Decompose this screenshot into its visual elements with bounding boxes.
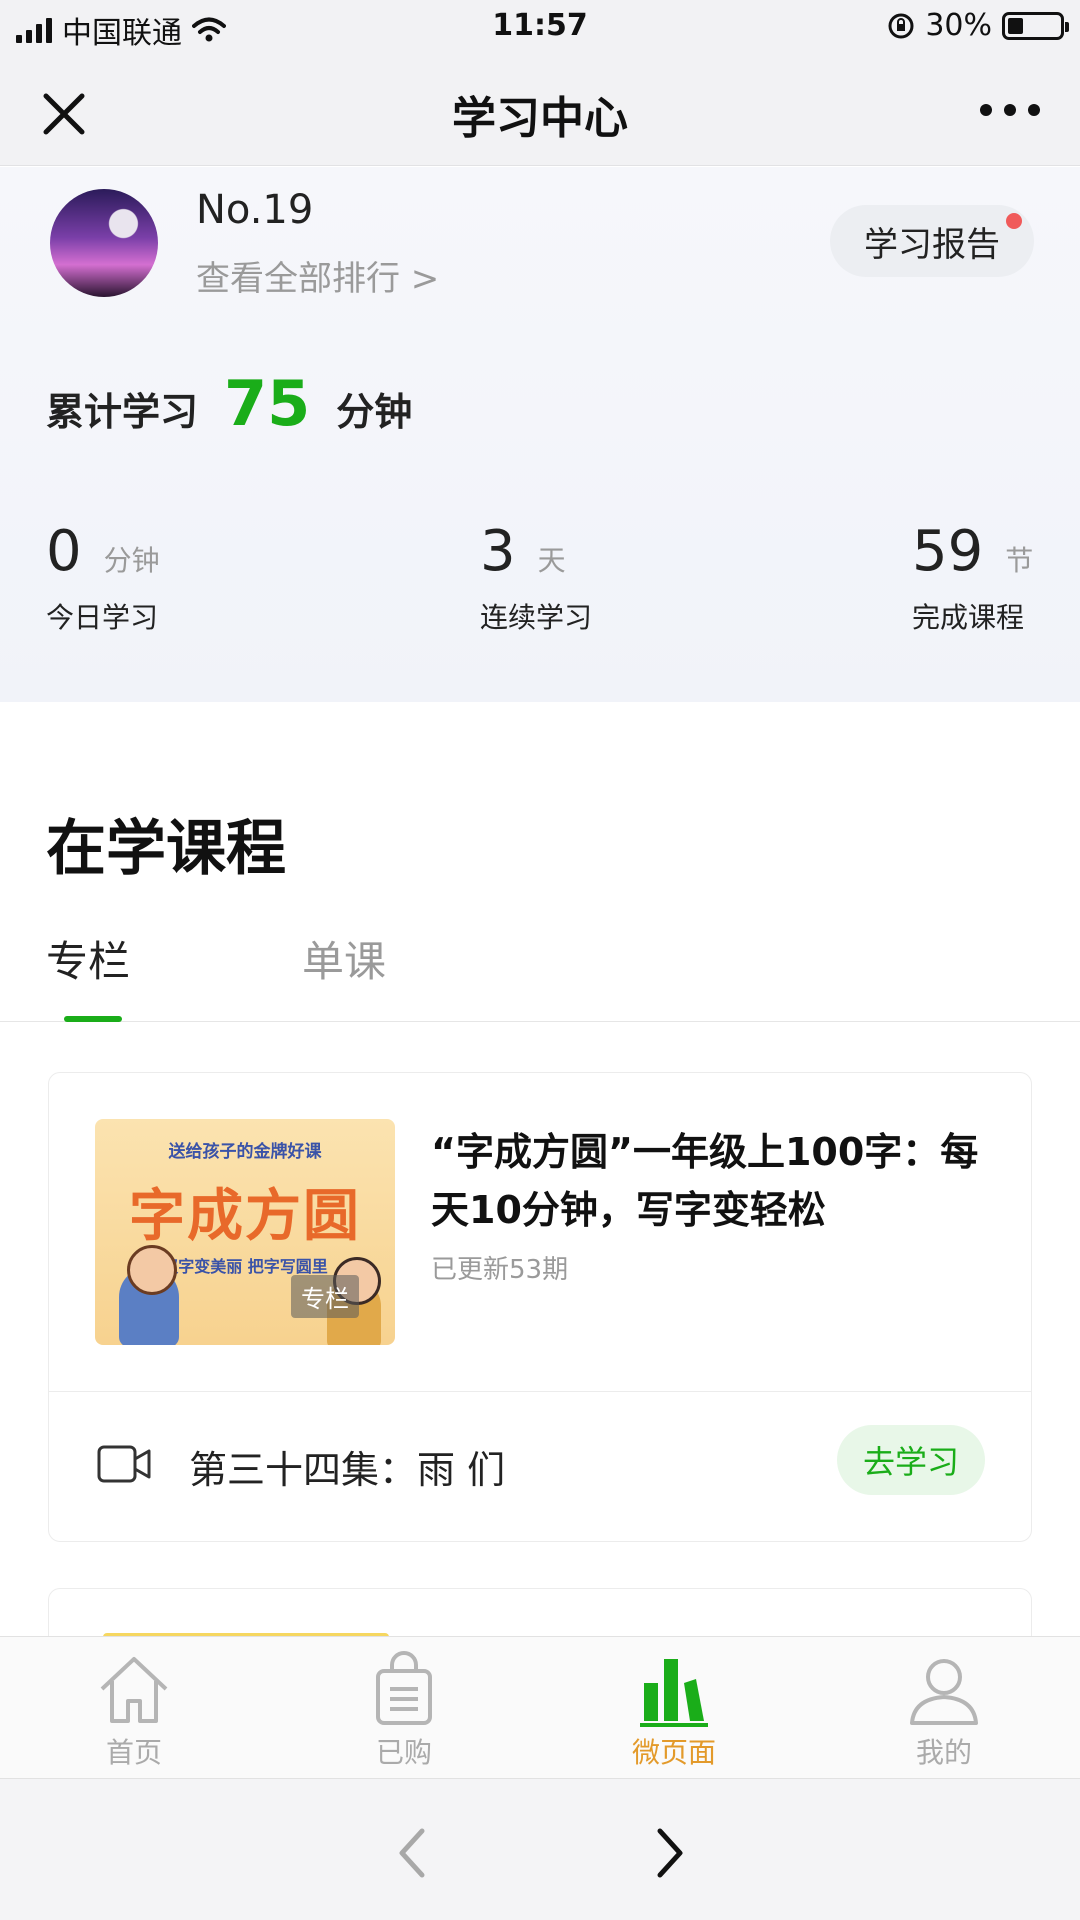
course-cover[interactable]: 送给孩子的金牌好课 字成方圆 汉字变美丽 把字写圆里 专栏 (95, 1119, 395, 1345)
tab-column[interactable]: 专栏 (46, 928, 130, 989)
battery-percent: 30% (925, 8, 992, 43)
cover-tag: 专栏 (291, 1275, 359, 1318)
notification-dot (1006, 213, 1022, 229)
more-dot (1004, 104, 1016, 116)
video-icon (97, 1445, 151, 1483)
tab-label: 已购 (375, 1736, 432, 1769)
stat-value-row: 3 天 (480, 519, 592, 584)
stat-unit: 分钟 (103, 544, 160, 577)
browser-toolbar (0, 1778, 1080, 1920)
tab-home[interactable]: 首页 (54, 1649, 214, 1771)
stat-completed: 59 节 完成课程 (912, 519, 1033, 636)
bar-chart-icon (640, 1659, 708, 1727)
study-report-label: 学习报告 (864, 224, 1000, 265)
more-dot (1028, 104, 1040, 116)
tab-label: 首页 (105, 1736, 162, 1769)
current-episode: 第三十四集：雨 们 (189, 1448, 506, 1492)
avatar[interactable] (50, 189, 158, 297)
back-arrow-icon[interactable] (392, 1823, 432, 1883)
tab-mine[interactable]: 我的 (864, 1649, 1024, 1771)
stat-value: 3 (480, 519, 516, 584)
battery-fill (1008, 17, 1023, 34)
stat-unit: 天 (537, 544, 566, 577)
stat-value-row: 59 节 (912, 519, 1033, 584)
course-card[interactable]: 送给孩子的金牌好课 字成方圆 汉字变美丽 把字写圆里 专栏 “字成方圆”一年级上… (48, 1072, 1032, 1542)
tab-micro-page[interactable]: 微页面 (594, 1649, 754, 1771)
home-icon (100, 1657, 168, 1723)
bottom-tab-bar: 首页 已购 微页面 我的 (0, 1636, 1080, 1778)
stat-unit: 节 (1005, 544, 1034, 577)
tab-purchased[interactable]: 已购 (324, 1649, 484, 1771)
study-report-button[interactable]: 学习报告 (830, 205, 1034, 277)
card-divider (49, 1391, 1031, 1392)
total-study-label: 累计学习 (46, 390, 199, 434)
tab-label: 微页面 (631, 1736, 716, 1769)
tab-active-indicator (64, 1016, 122, 1022)
page-title: 学习中心 (452, 93, 628, 144)
stat-label: 连续学习 (480, 601, 593, 634)
go-study-button[interactable]: 去学习 (837, 1425, 985, 1495)
section-title: 在学课程 (46, 814, 286, 884)
cover-title-text: 字成方圆 (129, 1184, 361, 1249)
stat-value: 0 (46, 519, 82, 584)
total-study-unit: 分钟 (336, 390, 413, 434)
tab-single-course[interactable]: 单课 (302, 928, 386, 989)
stat-value-row: 0 分钟 (46, 519, 160, 584)
user-icon (910, 1659, 978, 1725)
nav-bar: 学习中心 (0, 54, 1080, 166)
stat-today: 0 分钟 今日学习 (46, 519, 160, 636)
status-bar: 中国联通 11:57 30% (0, 0, 1080, 54)
stat-value: 59 (912, 519, 984, 584)
battery-icon (1002, 11, 1069, 40)
stat-streak: 3 天 连续学习 (480, 519, 592, 636)
shopping-bag-icon (376, 1651, 432, 1725)
cover-top-text: 送给孩子的金牌好课 (168, 1142, 322, 1162)
stat-label: 今日学习 (46, 601, 159, 634)
tab-label: 我的 (915, 1736, 972, 1769)
course-tabs: 专栏 单课 (0, 920, 1080, 1022)
stats-section: No.19 查看全部排行 > 学习报告 累计学习 75 分钟 0 分钟 今日学习… (0, 167, 1080, 702)
forward-arrow-icon[interactable] (650, 1823, 690, 1883)
cover-illustration-boy (119, 1245, 179, 1345)
more-dot (980, 104, 992, 116)
stat-label: 完成课程 (912, 601, 1025, 634)
course-update-count: 已更新53期 (431, 1255, 569, 1285)
total-study-value: 75 (224, 367, 311, 440)
view-all-ranking-link[interactable]: 查看全部排行 > (196, 251, 439, 300)
total-study-row: 累计学习 75 分钟 (46, 367, 412, 440)
rank-number: No.19 (196, 187, 314, 233)
more-icon[interactable] (980, 104, 1040, 120)
status-right: 30% (887, 8, 1069, 43)
orientation-lock-icon (888, 13, 914, 38)
course-title[interactable]: “字成方圆”一年级上100字：每天10分钟，写字变轻松 (431, 1123, 991, 1239)
